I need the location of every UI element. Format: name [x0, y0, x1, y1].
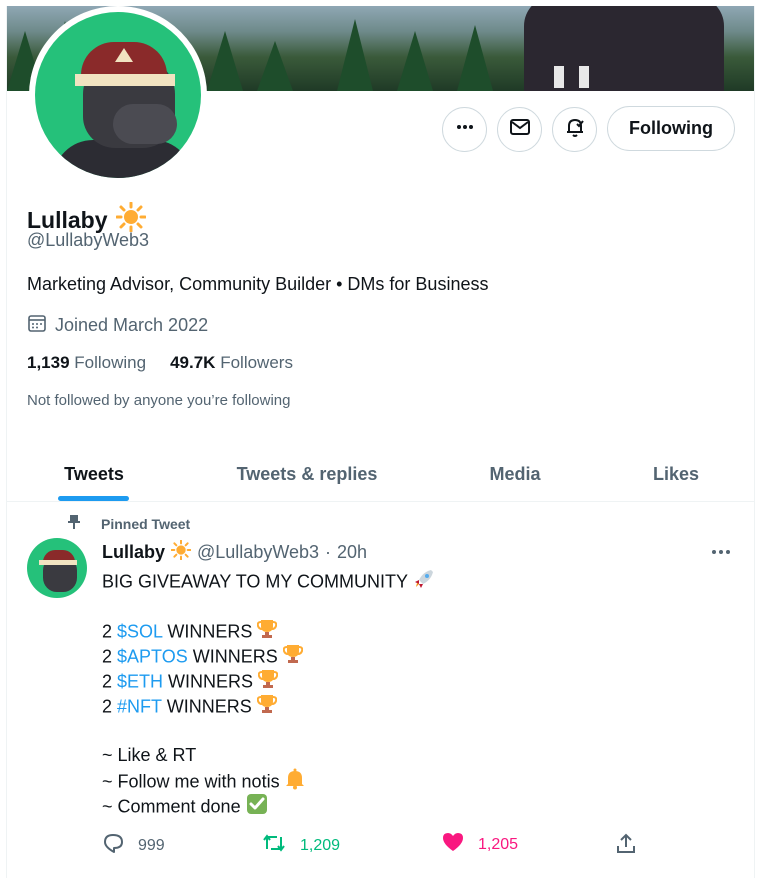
cashtag-sol[interactable]: $SOL [117, 621, 162, 641]
pinned-tweet-label: Pinned Tweet [67, 514, 190, 533]
tab-tweets-replies[interactable]: Tweets & replies [217, 446, 397, 502]
profile-handle: @LullabyWeb3 [27, 230, 150, 250]
hashtag-nft[interactable]: #NFT [117, 696, 162, 716]
share-icon [616, 832, 636, 859]
profile-bio: Marketing Advisor, Community Builder • D… [27, 274, 489, 294]
sun-icon [170, 539, 192, 565]
cashtag-aptos[interactable]: $APTOS [117, 646, 188, 666]
calendar-icon [27, 313, 47, 338]
reply-button[interactable]: 999 [102, 832, 165, 859]
heart-icon [442, 832, 464, 857]
tab-tweets[interactable]: Tweets [27, 446, 161, 502]
tweet-handle[interactable]: @LullabyWeb3 [197, 542, 319, 563]
retweet-count: 1,209 [300, 836, 341, 854]
active-tab-indicator [58, 496, 129, 501]
rocket-icon [413, 568, 435, 597]
following-button[interactable]: Following [607, 106, 735, 151]
tweet-avatar[interactable] [27, 538, 87, 598]
tab-media[interactable]: Media [467, 446, 563, 502]
trophy-icon [256, 693, 277, 722]
retweet-icon [262, 832, 286, 859]
tweet-more-button[interactable] [710, 544, 732, 562]
tweet-header: Lullaby @LullabyWeb3 · 20h [102, 539, 367, 565]
reply-count: 999 [138, 836, 165, 854]
like-button[interactable]: 1,205 [442, 832, 518, 857]
profile-avatar[interactable] [29, 6, 207, 184]
retweet-button[interactable]: 1,209 [262, 832, 340, 859]
envelope-icon [509, 116, 531, 143]
more-horizontal-icon [710, 544, 732, 561]
bell-check-icon [564, 116, 586, 143]
tweet-author[interactable]: Lullaby [102, 542, 165, 563]
notifications-button[interactable] [552, 107, 597, 152]
cashtag-eth[interactable]: $ETH [117, 671, 163, 691]
not-followed-note: Not followed by anyone you’re following [27, 392, 291, 409]
follow-stats: 1,139 Following 49.7K Followers [27, 353, 293, 373]
check-mark-icon [246, 793, 268, 822]
reply-icon [102, 832, 124, 859]
tweet-text: BIG GIVEAWAY TO MY COMMUNITY 2 $SOL WINN… [102, 568, 702, 818]
pin-icon [67, 514, 81, 533]
like-count: 1,205 [478, 835, 519, 853]
tab-likes[interactable]: Likes [633, 446, 719, 502]
profile-page: Following Lullaby @LullabyWeb3 Marketing… [6, 6, 755, 878]
trophy-icon [282, 643, 303, 672]
joined-date: Joined March 2022 [27, 313, 208, 338]
following-stat[interactable]: 1,139 Following [27, 353, 146, 373]
bell-icon [285, 768, 305, 797]
tweet-actions: 999 1,209 1,205 [102, 832, 642, 858]
message-button[interactable] [497, 107, 542, 152]
tweet-time[interactable]: 20h [337, 542, 367, 563]
more-options-button[interactable] [442, 107, 487, 152]
profile-tabs: Tweets Tweets & replies Media Likes [7, 446, 754, 502]
tweet-separator: · [325, 542, 332, 562]
share-button[interactable] [616, 832, 636, 859]
more-horizontal-icon [455, 117, 475, 142]
followers-stat[interactable]: 49.7K Followers [170, 353, 293, 373]
